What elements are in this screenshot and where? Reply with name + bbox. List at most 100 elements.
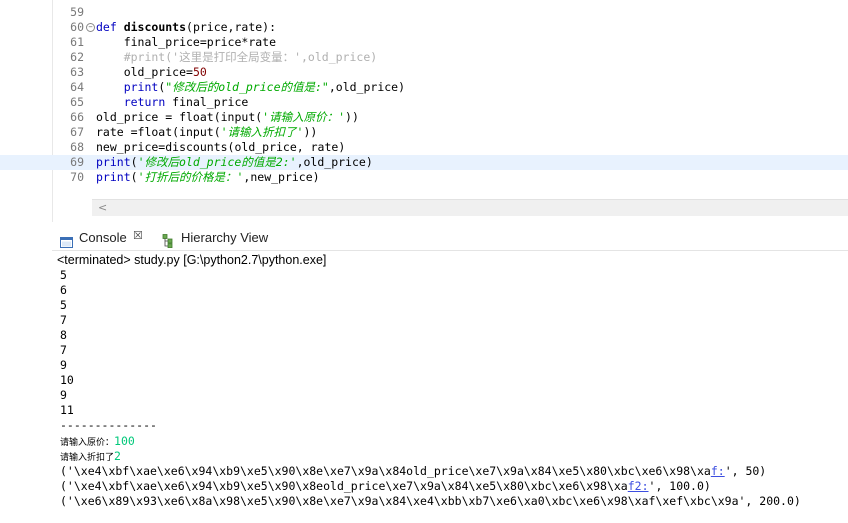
code-token: print xyxy=(123,80,159,94)
output-line: 9 xyxy=(60,358,67,372)
prompt-price-text: 请输入原价： xyxy=(60,438,115,448)
code-line[interactable]: 60− def discounts(price,rate): xyxy=(0,20,848,35)
result-1-text: ('\xe4\xbf\xae\xe6\x94\xb9\xe5\x90\x8e\x… xyxy=(60,464,711,478)
code-token: old_price = float(input( xyxy=(96,110,263,124)
code-token: ,old_price) xyxy=(296,155,373,169)
output-prompt-price: 请输入原价：100 xyxy=(60,434,135,449)
code-text: new_price=discounts(old_price, rate) xyxy=(96,140,345,155)
tab-hierarchy-view[interactable]: Hierarchy View xyxy=(158,226,328,250)
line-number: 68 xyxy=(70,140,84,154)
code-token: print xyxy=(96,155,131,169)
prompt-rate-text: 请输入折扣了 xyxy=(60,453,115,463)
code-token: ,new_price) xyxy=(243,170,320,184)
code-line[interactable]: 69 print('修改后old_price的值是2:',old_price) xyxy=(0,155,848,170)
code-token: rate =float(input( xyxy=(96,125,221,139)
console-tab-bar: Console ☒ Hierarchy View xyxy=(52,226,848,251)
code-text: print("修改后的old_price的值是:",old_price) xyxy=(96,80,405,95)
line-number: 61 xyxy=(70,35,84,49)
output-line: 6 xyxy=(60,283,67,297)
output-line: 10 xyxy=(60,373,74,387)
code-line[interactable]: 68 new_price=discounts(old_price, rate) xyxy=(0,140,848,155)
code-text: old_price=50 xyxy=(96,65,207,80)
output-line: 5 xyxy=(60,298,67,312)
code-token: '打折后的价格是：' xyxy=(137,170,244,184)
line-number: 70 xyxy=(70,170,84,184)
output-result-2: ('\xe4\xbf\xae\xe6\x94\xb9\xe5\x90\x8eol… xyxy=(60,479,711,494)
line-number: 59 xyxy=(70,5,84,19)
code-text: rate =float(input('请输入折扣了')) xyxy=(96,125,317,140)
code-text: final_price=price*rate xyxy=(96,35,276,50)
output-line: 7 xyxy=(60,313,67,327)
code-text: print('打折后的价格是：',new_price) xyxy=(96,170,320,185)
line-number: 67 xyxy=(70,125,84,139)
result-2-link[interactable]: f2: xyxy=(628,479,649,493)
code-text: old_price = float(input('请输入原价：')) xyxy=(96,110,359,125)
output-result-1: ('\xe4\xbf\xae\xe6\x94\xb9\xe5\x90\x8e\x… xyxy=(60,464,766,479)
code-line[interactable]: 65 return final_price xyxy=(0,95,848,110)
tab-console-label: Console xyxy=(79,230,127,245)
code-text: print('修改后old_price的值是2:',old_price) xyxy=(96,155,373,170)
result-2-tail: ', 100.0) xyxy=(648,479,711,493)
line-number: 62 xyxy=(70,50,84,64)
output-line: 8 xyxy=(60,328,67,342)
code-token: '修改后old_price的值是2:' xyxy=(137,155,297,169)
code-token: (price,rate): xyxy=(186,20,277,34)
code-token: )) xyxy=(303,125,318,139)
result-1-tail: ', 50) xyxy=(724,464,767,478)
code-line[interactable]: 61 final_price=price*rate xyxy=(0,35,848,50)
line-number: 63 xyxy=(70,65,84,79)
result-2-text: ('\xe4\xbf\xae\xe6\x94\xb9\xe5\x90\x8eol… xyxy=(60,479,628,493)
code-token: '请输入原价：' xyxy=(262,110,346,124)
output-line: 11 xyxy=(60,403,74,417)
console-status: <terminated> study.py [G:\python2.7\pyth… xyxy=(57,253,327,267)
input-rate: 2 xyxy=(114,449,121,463)
code-line[interactable]: 66 old_price = float(input('请输入原价：')) xyxy=(0,110,848,125)
line-number: 60 xyxy=(70,20,84,34)
output-result-3: ('\xe6\x89\x93\xe6\x8a\x98\xe5\x90\x8e\x… xyxy=(60,494,801,508)
result-1-link[interactable]: f: xyxy=(711,464,725,478)
hierarchy-icon xyxy=(162,232,174,249)
code-token: return xyxy=(123,95,166,109)
horizontal-scrollbar[interactable]: < xyxy=(92,199,848,216)
output-separator: -------------- xyxy=(60,418,157,432)
code-text: def discounts(price,rate): xyxy=(96,20,276,35)
code-text: return final_price xyxy=(96,95,249,110)
code-line[interactable]: 63 old_price=50 xyxy=(0,65,848,80)
code-line[interactable]: 67 rate =float(input('请输入折扣了')) xyxy=(0,125,848,140)
scroll-left-icon[interactable]: < xyxy=(98,201,107,214)
code-token: new_price=discounts(old_price, rate) xyxy=(96,140,346,154)
code-line[interactable]: 62 #print('这里是打印全局变量：',old_price) xyxy=(0,50,848,65)
code-text: #print('这里是打印全局变量：',old_price) xyxy=(96,50,377,65)
code-token: #print('这里是打印全局变量：',old_price) xyxy=(96,50,378,64)
output-prompt-rate: 请输入折扣了2 xyxy=(60,449,121,464)
code-token: print xyxy=(96,170,131,184)
code-token: "修改后的old_price的值是:" xyxy=(165,80,329,94)
code-token: def xyxy=(96,20,124,34)
code-line[interactable]: 70 print('打折后的价格是：',new_price) xyxy=(0,170,848,185)
fold-toggle-icon[interactable]: − xyxy=(86,23,95,32)
close-icon[interactable]: ☒ xyxy=(133,231,143,242)
line-number: 64 xyxy=(70,80,84,94)
code-token: final_price xyxy=(165,95,249,109)
tab-hierarchy-label: Hierarchy View xyxy=(181,230,269,245)
code-token: '请输入折扣了' xyxy=(220,125,304,139)
console-output[interactable]: 5 6 5 7 8 7 9 10 9 11 -------------- 请输入… xyxy=(52,268,848,523)
output-line: 5 xyxy=(60,268,67,282)
line-number: 65 xyxy=(70,95,84,109)
code-token: old_price= xyxy=(96,65,193,79)
console-icon xyxy=(60,232,73,248)
code-token: final_price=price*rate xyxy=(96,35,277,49)
code-token: discounts xyxy=(123,20,187,34)
tab-console[interactable]: Console ☒ xyxy=(56,226,151,250)
line-number: 69 xyxy=(70,155,84,169)
input-price: 100 xyxy=(114,434,135,448)
code-token: 50 xyxy=(192,65,207,79)
code-line[interactable]: 64 print("修改后的old_price的值是:",old_price) xyxy=(0,80,848,95)
code-token: )) xyxy=(345,110,359,124)
code-token: ( xyxy=(130,155,138,169)
code-line[interactable]: 59 xyxy=(0,5,848,20)
code-token: ( xyxy=(130,170,138,184)
code-editor[interactable]: 59 60− def discounts(price,rate): 61 final_… xyxy=(0,0,848,222)
